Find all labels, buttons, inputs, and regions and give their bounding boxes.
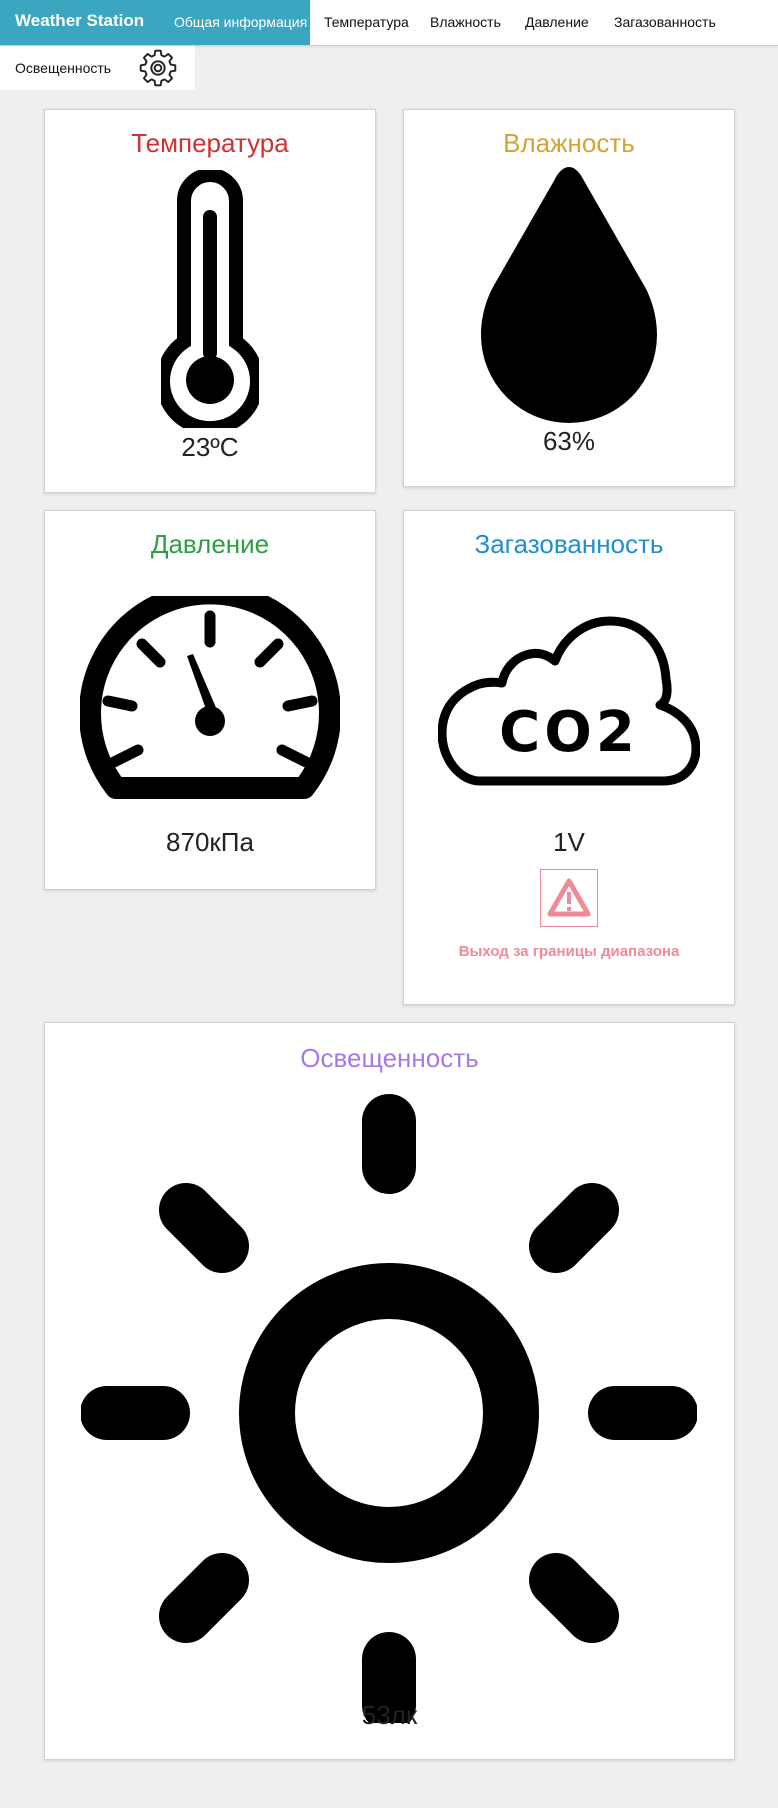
- illumination-value: 53лк: [361, 1700, 418, 1730]
- humidity-value: 63%: [542, 426, 596, 456]
- pressure-card[interactable]: Давление 870кПа: [44, 510, 376, 890]
- nav-humidity[interactable]: Влажность: [430, 14, 501, 30]
- water-drop-icon: [481, 167, 657, 423]
- gear-icon[interactable]: [139, 49, 177, 87]
- gas-value: 1V: [553, 827, 585, 857]
- co2-cloud-icon: CO2: [438, 616, 700, 786]
- nav-pressure[interactable]: Давление: [525, 14, 589, 30]
- brand-area: Weather Station Общая информация: [0, 0, 310, 45]
- temperature-value: 23ºC: [181, 432, 239, 462]
- temperature-card[interactable]: Температура 23ºC: [44, 109, 376, 493]
- nav-illumination[interactable]: Освещенность: [15, 60, 111, 76]
- humidity-title: Влажность: [503, 128, 635, 158]
- warning-triangle-icon: [547, 878, 591, 917]
- sun-icon: [81, 1094, 697, 1723]
- pressure-value: 870кПа: [166, 827, 254, 857]
- temperature-title: Температура: [131, 128, 289, 158]
- humidity-card[interactable]: Влажность 63%: [403, 109, 735, 487]
- co2-icon-text: CO2: [499, 700, 639, 765]
- nav-gas[interactable]: Загазованность: [614, 14, 716, 30]
- thermometer-icon: [161, 170, 259, 428]
- gas-card[interactable]: Загазованность CO2 1V Выход за границы д…: [403, 510, 735, 1005]
- illumination-title: Освещенность: [300, 1043, 479, 1073]
- illumination-card[interactable]: Освещенность 53лк: [44, 1022, 735, 1760]
- out-of-range-warning: Выход за границы диапазона: [458, 943, 680, 960]
- nav-temperature[interactable]: Температура: [324, 14, 409, 30]
- warning-box: [540, 869, 598, 927]
- gauge-icon: [80, 596, 340, 799]
- gas-title: Загазованность: [474, 529, 664, 559]
- nav-general-info[interactable]: Общая информация: [174, 14, 307, 30]
- pressure-title: Давление: [150, 529, 270, 559]
- top-navbar: Weather Station Общая информация Темпера…: [0, 0, 778, 46]
- brand-title[interactable]: Weather Station: [15, 11, 144, 31]
